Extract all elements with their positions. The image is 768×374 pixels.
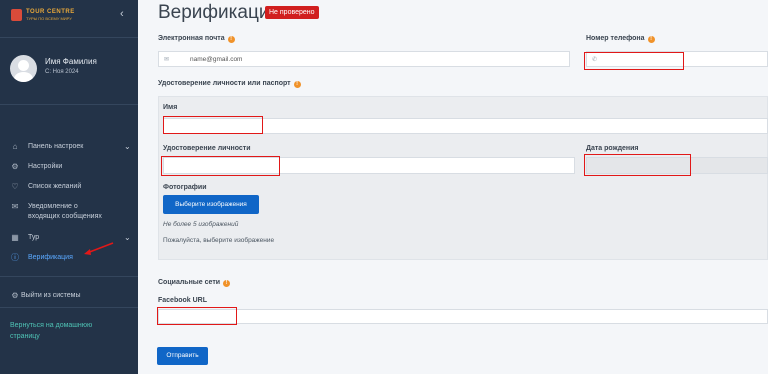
- sidebar-item-settings[interactable]: ⚙ Настройки: [10, 162, 62, 172]
- divider: [0, 307, 138, 308]
- heart-icon: ♡: [11, 182, 19, 191]
- sidebar-item-dashboard[interactable]: ⌂ Панель настроек: [10, 142, 84, 152]
- sidebar-item-wishlist[interactable]: ♡ Список желаний: [10, 182, 81, 192]
- user-name: Имя Фамилия: [45, 57, 97, 66]
- highlight-box: [584, 52, 684, 70]
- map-icon: ▦: [11, 233, 19, 242]
- sidebar-item-label: Выйти из системы: [21, 292, 81, 299]
- highlight-box: [161, 156, 280, 176]
- brand-logo-icon: [11, 9, 22, 21]
- divider: [0, 276, 138, 277]
- sidebar-item-label: Уведомление о входящих сообщениях: [28, 203, 102, 220]
- highlight-box: [163, 116, 263, 134]
- info-icon[interactable]: !: [293, 81, 301, 88]
- sidebar-item-tour[interactable]: ▦ Тур: [10, 233, 39, 243]
- highlight-box: [584, 154, 691, 176]
- select-images-button[interactable]: Выберите изображения: [163, 195, 259, 214]
- gear-icon: ⚙: [11, 291, 19, 300]
- sidebar-item-verification[interactable]: ⓘ Верификация: [10, 253, 73, 263]
- info-icon[interactable]: !: [647, 36, 655, 43]
- sidebar: TOUR CENTRE ТУРЫ ПО ВСЕМУ МИРУ ‹ Имя Фам…: [0, 0, 138, 374]
- social-label: Социальные сети!: [158, 279, 231, 287]
- sidebar-item-label: Верификация: [28, 254, 73, 261]
- id-section-label: Удостоверение личности или паспорт!: [158, 80, 301, 88]
- name-label: Имя: [163, 104, 178, 111]
- status-badge: Не проверено: [265, 6, 319, 19]
- house-icon: ⌂: [12, 142, 18, 151]
- gear-icon: ⚙: [11, 162, 19, 171]
- select-image-prompt: Пожалуйста, выберите изображение: [163, 237, 275, 244]
- red-arrow-annotation: [84, 242, 114, 255]
- id-number-label: Удостоверение личности: [163, 145, 251, 152]
- page-title: Верификация: [158, 2, 280, 23]
- brand-title: TOUR CENTRE: [26, 9, 75, 15]
- main-content: Верификация Не проверено Электронная поч…: [138, 0, 768, 374]
- divider: [0, 37, 138, 38]
- phone-label: Номер телефона!: [586, 35, 655, 43]
- max-images-note: Не более 5 изображений: [163, 221, 239, 228]
- chevron-down-icon[interactable]: ⌄: [124, 233, 131, 242]
- submit-button[interactable]: Отправить: [157, 347, 208, 365]
- sidebar-item-label: Панель настроек: [28, 143, 84, 150]
- user-since: С: Ноя 2024: [45, 69, 79, 75]
- highlight-box: [157, 307, 237, 325]
- info-icon[interactable]: !: [223, 280, 231, 287]
- sidebar-item-messages[interactable]: ✉ Уведомление о входящих сообщениях: [10, 202, 130, 222]
- avatar[interactable]: [10, 55, 37, 82]
- chevron-down-icon[interactable]: ⌄: [124, 142, 131, 151]
- envelope-icon: ✉: [164, 57, 170, 63]
- facebook-url-field[interactable]: [158, 309, 768, 324]
- info-circle-icon: ⓘ: [11, 253, 19, 262]
- facebook-label: Facebook URL: [158, 297, 208, 304]
- dob-label: Дата рождения: [586, 145, 639, 152]
- photos-label: Фотографии: [163, 184, 207, 191]
- chevron-left-icon[interactable]: ‹: [120, 8, 124, 20]
- email-value: name@gmail.com: [190, 56, 243, 63]
- info-icon[interactable]: !: [227, 36, 235, 43]
- sidebar-item-logout[interactable]: ⚙ Выйти из системы: [10, 291, 81, 301]
- email-label: Электронная почта!: [158, 35, 235, 43]
- brand[interactable]: TOUR CENTRE ТУРЫ ПО ВСЕМУ МИРУ: [0, 0, 138, 36]
- divider: [0, 104, 138, 105]
- back-to-home-link[interactable]: Вернуться на домашнюю страницу: [10, 320, 120, 342]
- sidebar-item-label: Настройки: [28, 163, 63, 170]
- brand-subtitle: ТУРЫ ПО ВСЕМУ МИРУ: [26, 16, 72, 21]
- sidebar-item-label: Список желаний: [28, 183, 82, 190]
- email-field[interactable]: ✉ name@gmail.com: [158, 51, 570, 67]
- sidebar-item-label: Тур: [28, 234, 40, 241]
